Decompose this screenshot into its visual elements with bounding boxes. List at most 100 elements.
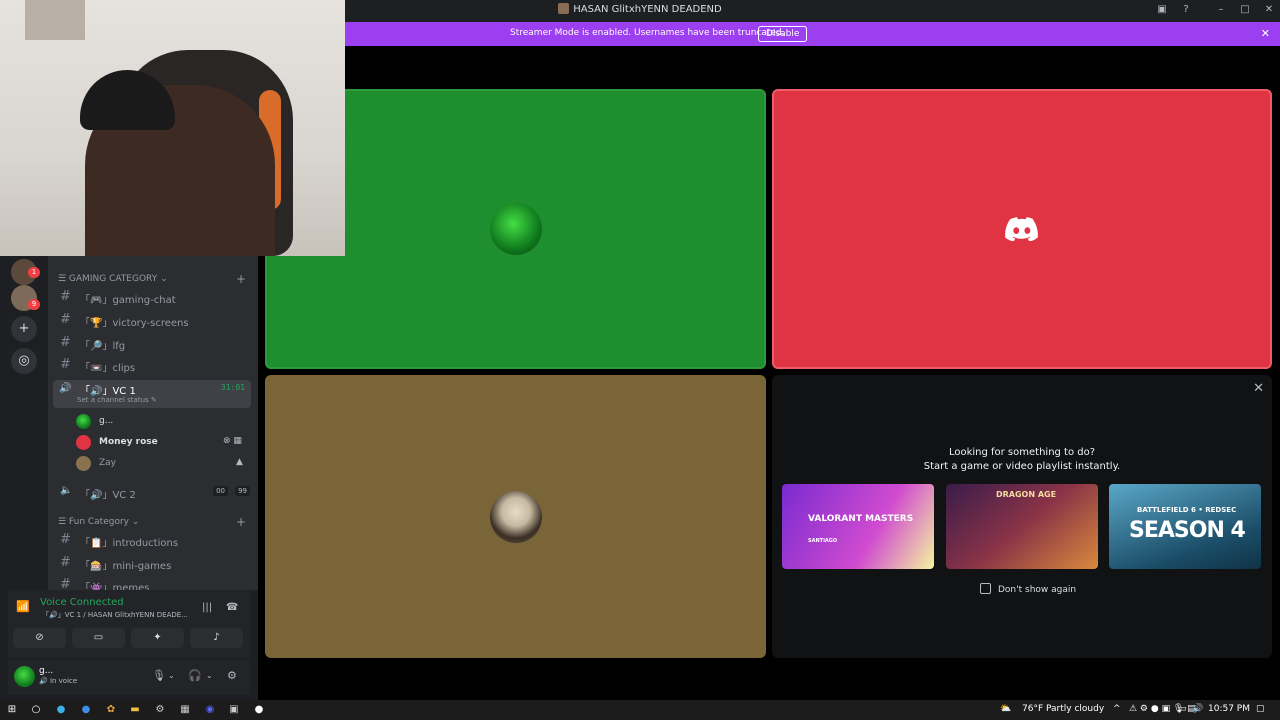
- network-icon[interactable]: ▭: [1178, 704, 1187, 714]
- mention-badge: 9: [28, 299, 40, 310]
- participant-tile-red[interactable]: [772, 89, 1272, 369]
- maximize-icon[interactable]: □: [1237, 3, 1253, 17]
- channel-status[interactable]: Set a channel status ✎: [77, 396, 157, 404]
- user-count: 00: [213, 486, 228, 496]
- signal-icon[interactable]: 📶: [16, 600, 30, 613]
- username: g...: [39, 666, 54, 676]
- channel-memes[interactable]: # 「👾」memes: [60, 576, 250, 590]
- search-icon[interactable]: ○: [29, 703, 43, 717]
- voice-connected-panel: 📶 Voice Connected 「🔊」VC 1 / HASAN Glitxh…: [8, 590, 250, 658]
- add-channel-icon[interactable]: +: [236, 272, 246, 286]
- game-title: DRAGON AGE: [996, 490, 1057, 499]
- screen-share-icon[interactable]: ▭: [72, 628, 125, 648]
- xbox-icon: ⊗ ▦: [223, 436, 242, 446]
- camera-off-icon[interactable]: ⊘: [13, 628, 66, 648]
- minimize-icon[interactable]: –: [1213, 3, 1229, 17]
- photos-icon[interactable]: ✿: [104, 703, 118, 717]
- activity-close-icon[interactable]: ✕: [1253, 381, 1264, 396]
- explore-icon[interactable]: ◎: [11, 348, 37, 374]
- channel-introductions[interactable]: # 「📋」introductions: [60, 531, 250, 551]
- channel-list: ☰ GAMING CATEGORY ⌄ + # 「🎮」gaming-chat # 「…: [48, 256, 258, 590]
- game-card-valorant[interactable]: VALORANT MASTERS SANTIAGO: [782, 484, 934, 569]
- activity-panel: ✕ Looking for something to do? Start a g…: [772, 375, 1272, 658]
- microphone-icon[interactable]: 🎙: [152, 669, 166, 682]
- voice-status-title[interactable]: Voice Connected: [40, 597, 124, 608]
- edge-icon[interactable]: ●: [54, 703, 68, 717]
- activities-icon[interactable]: ✦: [131, 628, 184, 648]
- call-timer: 31:01: [220, 383, 245, 392]
- voice-status-subtitle[interactable]: 「🔊」VC 1 / HASAN GlitxhYENN DEADE...: [42, 610, 188, 620]
- volume-icon[interactable]: 🔊: [1192, 704, 1203, 714]
- game-title: VALORANT MASTERS: [808, 514, 914, 524]
- chevron-down-icon[interactable]: ⌄: [206, 671, 213, 680]
- channel-victory-screens[interactable]: # 「🏆」victory-screens: [60, 311, 250, 331]
- weather-icon[interactable]: ⛅: [1000, 704, 1011, 714]
- dont-show-again-checkbox[interactable]: Don't show again: [980, 583, 1076, 595]
- avatar: [76, 435, 91, 450]
- category-fun[interactable]: ☰ Fun Category ⌄: [58, 517, 139, 527]
- category-gaming[interactable]: ☰ GAMING CATEGORY ⌄: [58, 274, 168, 284]
- notifications-icon[interactable]: ▢: [1256, 704, 1265, 714]
- obs-icon[interactable]: ▣: [227, 703, 241, 717]
- voice-member[interactable]: g...: [76, 413, 251, 431]
- add-server-icon[interactable]: +: [11, 316, 37, 342]
- help-icon[interactable]: ?: [1178, 3, 1194, 17]
- participant-tile-brown[interactable]: [265, 375, 766, 658]
- voice-member[interactable]: Money rose ⊗ ▦: [76, 434, 251, 452]
- game-subtitle: SANTIAGO: [808, 538, 838, 544]
- user-panel: g... 🔊 In voice 🎙 ⌄ 🎧 ⌄ ⚙: [8, 660, 250, 695]
- avatar[interactable]: [14, 666, 35, 687]
- disconnect-icon[interactable]: ☎: [226, 602, 238, 613]
- inbox-icon[interactable]: ▣: [1154, 3, 1170, 17]
- speaker-icon: 🔊: [59, 383, 72, 394]
- clock[interactable]: 10:57 PM: [1208, 704, 1250, 714]
- voice-channel-vc2[interactable]: 🔈 「🔊」VC 2 00 99: [60, 484, 250, 502]
- banner-close-icon[interactable]: ✕: [1261, 27, 1270, 40]
- participant-avatar: [489, 203, 542, 255]
- wall-frame: [25, 0, 85, 40]
- channel-gaming-chat[interactable]: # 「🎮」gaming-chat: [60, 288, 250, 308]
- discord-logo-icon: [1005, 217, 1038, 241]
- channel-name: 「🔊」VC 1: [80, 386, 136, 397]
- game-card-dragon-age[interactable]: DRAGON AGE: [946, 484, 1098, 569]
- activity-heading: Looking for something to do?: [948, 447, 1096, 458]
- tray-overflow-icon[interactable]: ^: [1113, 704, 1121, 714]
- game-title: SEASON 4: [1129, 518, 1246, 543]
- noise-suppression-icon[interactable]: |||: [202, 602, 212, 613]
- game-card-battlefield[interactable]: BATTLEFIELD 6 • REDSEC SEASON 4: [1109, 484, 1261, 569]
- disable-button[interactable]: Disable: [758, 26, 808, 42]
- participant-avatar: [489, 490, 542, 543]
- add-channel-icon[interactable]: +: [236, 515, 246, 529]
- channel-clips[interactable]: # 「📼」clips: [60, 356, 250, 376]
- chevron-down-icon[interactable]: ⌄: [168, 671, 175, 680]
- browser-icon[interactable]: ●: [79, 703, 93, 717]
- file-explorer-icon[interactable]: ▬: [128, 703, 142, 717]
- weather-text[interactable]: 76°F Partly cloudy: [1022, 704, 1104, 714]
- banner-message: Streamer Mode is enabled. Usernames have…: [510, 28, 785, 38]
- headphones-icon[interactable]: 🎧: [188, 669, 202, 682]
- channel-lfg[interactable]: # 「🔎」lfg: [60, 334, 250, 354]
- app-icon[interactable]: ●: [252, 703, 266, 717]
- user-status: 🔊 In voice: [39, 677, 78, 685]
- windows-start-icon[interactable]: ⊞: [5, 703, 19, 717]
- voice-member[interactable]: Zay ▲: [76, 455, 251, 473]
- channel-name: 「🔊」VC 2: [80, 490, 136, 501]
- mention-badge: 1: [28, 267, 40, 278]
- activity-subheading: Start a game or video playlist instantly…: [923, 461, 1121, 472]
- store-icon[interactable]: ▦: [178, 703, 192, 717]
- game-subtitle: BATTLEFIELD 6 • REDSEC: [1137, 506, 1237, 514]
- streamer-mode-banner: Streamer Mode is enabled. Usernames have…: [345, 22, 1280, 46]
- playstation-icon: ▲: [236, 457, 243, 467]
- checkbox-icon: [980, 583, 991, 594]
- avatar: [76, 414, 91, 429]
- taskbar: ⊞ ○ ● ● ✿ ▬ ⚙ ▦ ◉ ▣ ● ⛅ 76°F Partly clou…: [0, 700, 1280, 720]
- close-icon[interactable]: ✕: [1261, 3, 1277, 17]
- webcam-overlay: [0, 0, 345, 256]
- discord-taskbar-icon[interactable]: ◉: [203, 703, 217, 717]
- channel-mini-games[interactable]: # 「🎰」mini-games: [60, 554, 250, 574]
- settings-icon[interactable]: ⚙: [153, 703, 167, 717]
- voice-channel-vc1[interactable]: 🔊 「🔊」VC 1 31:01 Set a channel status ✎: [53, 380, 251, 408]
- soundboard-icon[interactable]: ♪: [190, 628, 243, 648]
- speaker-icon: 🔈: [60, 485, 73, 496]
- gear-icon[interactable]: ⚙: [227, 669, 237, 682]
